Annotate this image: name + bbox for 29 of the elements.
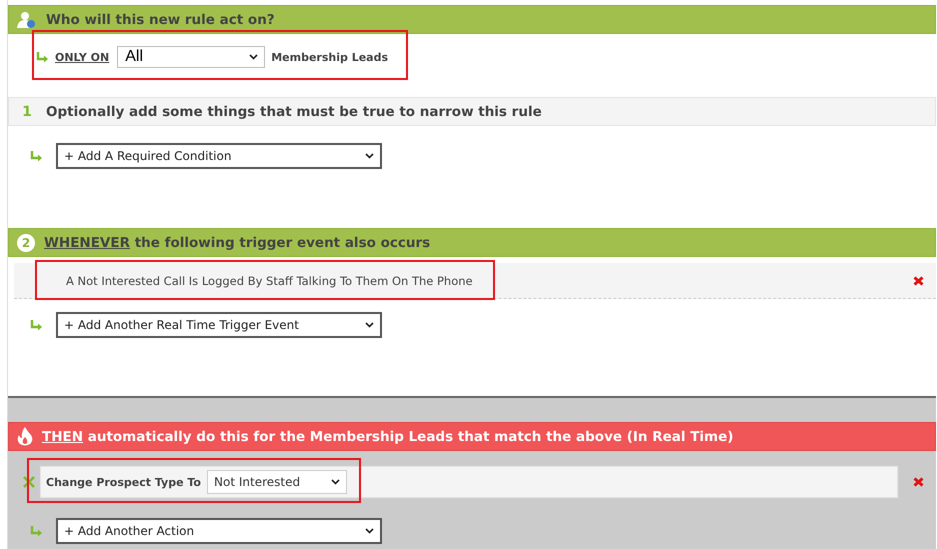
only-on-link[interactable]: ONLY ON: [55, 50, 110, 64]
turn-arrow-icon: [30, 318, 43, 332]
flame-icon: [17, 427, 33, 446]
chevron-icon: [365, 528, 374, 534]
add-dropdown[interactable]: + Add Another Action: [56, 518, 382, 544]
add-dropdown[interactable]: + Add Another Real Time Trigger Event: [56, 312, 382, 338]
prospect-type-dropdown[interactable]: Not Interested: [207, 470, 347, 494]
turn-arrow-icon: [36, 50, 49, 64]
audience-label: Membership Leads: [271, 50, 388, 64]
chevron-icon: [365, 153, 374, 159]
turn-arrow-icon: [30, 524, 43, 538]
chevron-icon: [331, 479, 340, 485]
delete-icon[interactable]: [913, 477, 924, 487]
action-label: Change Prospect Type To: [46, 476, 201, 488]
step-number: 1: [21, 104, 33, 120]
section-title: Who will this new rule act on?: [46, 12, 275, 28]
chevron-icon: [365, 322, 374, 328]
add-dropdown[interactable]: + Add A Required Condition: [56, 143, 382, 169]
turn-arrow-icon: [30, 150, 43, 162]
trigger-label: A Not Interested Call Is Logged By Staff Talking To Them On The Phone: [66, 274, 473, 288]
move-icon[interactable]: [23, 476, 35, 488]
section-title: WHENEVER the following trigger event also occurs: [44, 234, 430, 250]
audience-dropdown[interactable]: All: [117, 46, 266, 68]
section-title: THEN automatically do this for the Membership Leads that match the above (In Real Time): [42, 428, 734, 444]
section-title: Optionally add some things that must be true to narrow this rule: [46, 104, 542, 120]
step-number: 2: [17, 234, 35, 252]
person-icon: [17, 10, 37, 28]
chevron-icon: [249, 54, 258, 60]
delete-icon[interactable]: [913, 276, 924, 286]
